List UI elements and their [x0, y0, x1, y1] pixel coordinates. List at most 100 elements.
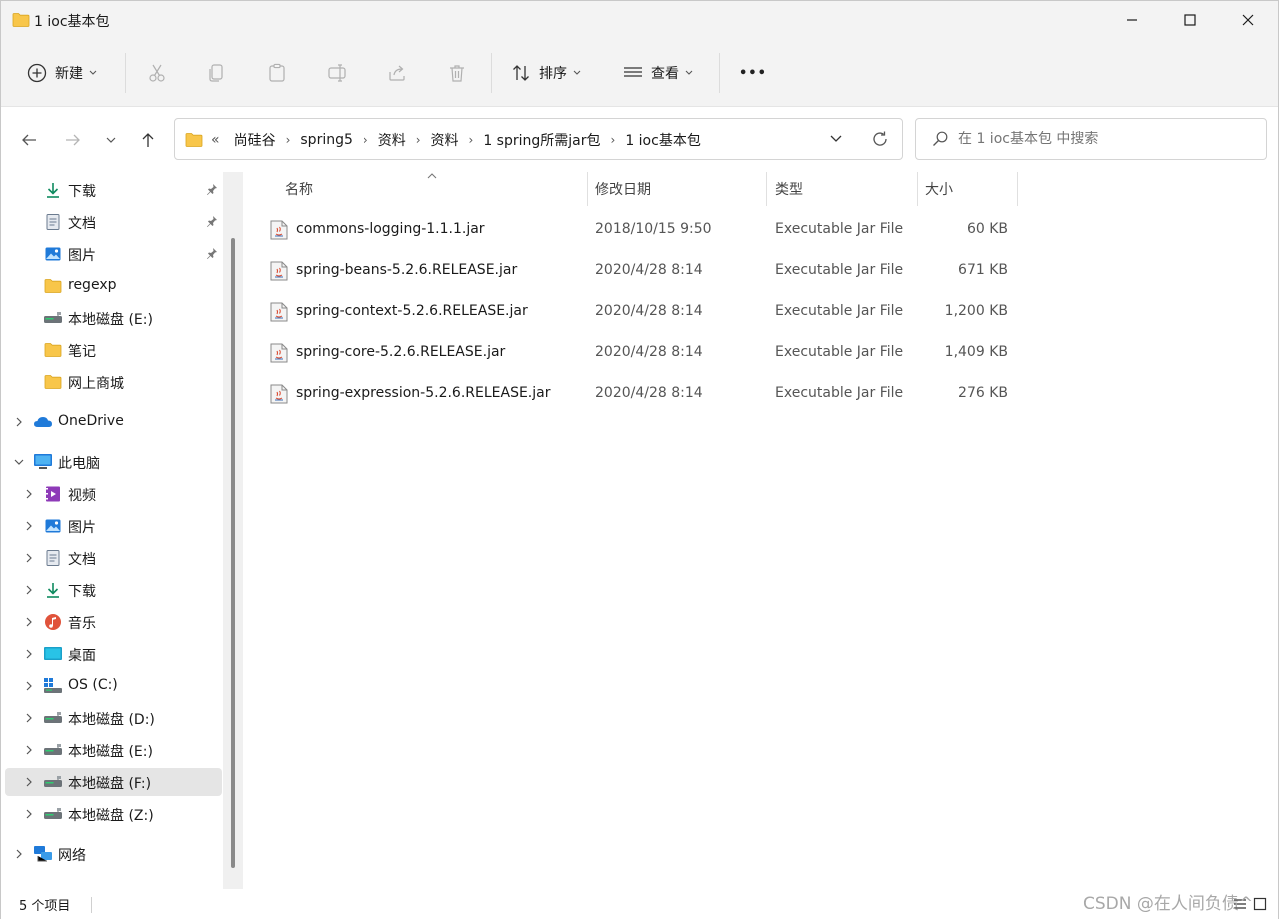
- refresh-button[interactable]: [871, 130, 889, 148]
- nav-item[interactable]: OS (C:): [5, 672, 222, 700]
- rename-button[interactable]: [327, 55, 347, 91]
- chevron-right-icon[interactable]: [23, 616, 35, 628]
- share-button[interactable]: [387, 55, 407, 91]
- nav-item[interactable]: 下载: [5, 176, 222, 204]
- column-divider[interactable]: [1017, 172, 1018, 206]
- search-input[interactable]: [958, 131, 1248, 147]
- chevron-right-icon[interactable]: [23, 776, 35, 788]
- nav-item[interactable]: 此电脑: [5, 448, 222, 476]
- cut-button[interactable]: [147, 55, 167, 91]
- videos-icon: [43, 484, 63, 504]
- column-header-type[interactable]: 类型: [775, 172, 803, 206]
- file-size: 276 KB: [958, 385, 1008, 401]
- tiles-view-button[interactable]: [1251, 895, 1269, 913]
- nav-scrollbar-thumb[interactable]: [231, 238, 235, 868]
- chevron-right-icon[interactable]: [23, 808, 35, 820]
- sort-ascending-icon: [427, 173, 437, 179]
- nav-item[interactable]: OneDrive: [5, 408, 222, 436]
- file-row[interactable]: spring-context-5.2.6.RELEASE.jar 2020/4/2…: [264, 292, 1042, 332]
- nav-item[interactable]: 图片: [5, 240, 222, 268]
- file-row[interactable]: commons-logging-1.1.1.jar 2018/10/15 9:50…: [264, 210, 1042, 250]
- chevron-right-icon[interactable]: ›: [611, 133, 616, 147]
- chevron-down-icon[interactable]: [13, 456, 25, 468]
- nav-item-label: OS (C:): [68, 677, 118, 693]
- column-divider[interactable]: [587, 172, 588, 206]
- music-icon: [43, 612, 63, 632]
- nav-item[interactable]: 本地磁盘 (E:): [5, 304, 222, 332]
- copy-button[interactable]: [207, 55, 227, 91]
- breadcrumb-item[interactable]: 资料: [431, 130, 459, 150]
- breadcrumb-item[interactable]: 1 spring所需jar包: [483, 130, 600, 150]
- nav-item[interactable]: regexp: [5, 272, 222, 300]
- column-header-name[interactable]: 名称: [285, 172, 313, 206]
- delete-button[interactable]: [447, 55, 467, 91]
- forward-button[interactable]: [57, 124, 89, 156]
- recent-locations-button[interactable]: [95, 124, 127, 156]
- column-divider[interactable]: [917, 172, 918, 206]
- up-button[interactable]: [132, 124, 164, 156]
- nav-item[interactable]: 视频: [5, 480, 222, 508]
- nav-item[interactable]: 图片: [5, 512, 222, 540]
- chevron-right-icon[interactable]: ›: [416, 133, 421, 147]
- view-button[interactable]: 查看: [623, 55, 693, 91]
- more-options-button[interactable]: •••: [739, 55, 767, 91]
- close-button[interactable]: [1219, 1, 1277, 39]
- breadcrumb-item[interactable]: 1 ioc基本包: [625, 130, 701, 150]
- chevron-right-icon[interactable]: [23, 648, 35, 660]
- column-header-date[interactable]: 修改日期: [595, 172, 651, 206]
- onedrive-icon: [33, 412, 53, 432]
- minimize-button[interactable]: [1103, 1, 1161, 39]
- nav-item-label: 笔记: [68, 344, 96, 360]
- nav-item[interactable]: 本地磁盘 (E:): [5, 736, 222, 764]
- pin-icon[interactable]: [206, 215, 218, 231]
- sort-button[interactable]: 排序: [511, 55, 581, 91]
- breadcrumb-item[interactable]: spring5: [300, 132, 353, 148]
- chevron-right-icon[interactable]: [23, 680, 35, 692]
- column-header-name-label: 名称: [285, 182, 313, 198]
- nav-scrollbar[interactable]: [223, 172, 243, 889]
- nav-item-label: 文档: [68, 552, 96, 568]
- nav-item[interactable]: 笔记: [5, 336, 222, 364]
- nav-item[interactable]: 桌面: [5, 640, 222, 668]
- chevron-right-icon[interactable]: [23, 552, 35, 564]
- chevron-right-icon[interactable]: [13, 848, 25, 860]
- nav-item[interactable]: 音乐: [5, 608, 222, 636]
- file-name: spring-context-5.2.6.RELEASE.jar: [296, 303, 528, 319]
- breadcrumb-overflow[interactable]: «: [211, 132, 220, 148]
- chevron-right-icon[interactable]: ›: [363, 133, 368, 147]
- chevron-right-icon[interactable]: ›: [469, 133, 474, 147]
- chevron-right-icon[interactable]: [23, 712, 35, 724]
- nav-item[interactable]: 网上商城: [5, 368, 222, 396]
- address-bar[interactable]: « 尚硅谷 › spring5 › 资料 › 资料 › 1 spring所需ja…: [174, 118, 903, 160]
- address-history-button[interactable]: [830, 135, 842, 143]
- nav-item[interactable]: 本地磁盘 (Z:): [5, 800, 222, 828]
- breadcrumb-item[interactable]: 资料: [378, 130, 406, 150]
- new-button[interactable]: 新建: [27, 55, 97, 91]
- column-header-size[interactable]: 大小: [925, 172, 953, 206]
- chevron-right-icon[interactable]: [23, 520, 35, 532]
- back-button[interactable]: [13, 124, 45, 156]
- column-divider[interactable]: [766, 172, 767, 206]
- file-row[interactable]: spring-core-5.2.6.RELEASE.jar 2020/4/28 8…: [264, 333, 1042, 373]
- pin-icon[interactable]: [206, 183, 218, 199]
- pin-icon[interactable]: [206, 247, 218, 263]
- nav-item[interactable]: 下载: [5, 576, 222, 604]
- new-label: 新建: [55, 66, 83, 82]
- chevron-right-icon[interactable]: [23, 488, 35, 500]
- chevron-right-icon[interactable]: [23, 584, 35, 596]
- file-row[interactable]: spring-expression-5.2.6.RELEASE.jar 2020/…: [264, 374, 1042, 414]
- chevron-right-icon[interactable]: ›: [286, 133, 291, 147]
- nav-item[interactable]: 文档: [5, 544, 222, 572]
- search-box[interactable]: [915, 118, 1267, 160]
- nav-item[interactable]: 本地磁盘 (D:): [5, 704, 222, 732]
- chevron-right-icon[interactable]: [23, 744, 35, 756]
- nav-item[interactable]: 网络: [5, 840, 222, 868]
- paste-button[interactable]: [267, 55, 287, 91]
- folder-icon: [43, 340, 63, 360]
- maximize-button[interactable]: [1161, 1, 1219, 39]
- nav-item[interactable]: 文档: [5, 208, 222, 236]
- breadcrumb-item[interactable]: 尚硅谷: [234, 130, 276, 150]
- chevron-right-icon[interactable]: [13, 416, 25, 428]
- file-row[interactable]: spring-beans-5.2.6.RELEASE.jar 2020/4/28 …: [264, 251, 1042, 291]
- nav-item[interactable]: 本地磁盘 (F:): [5, 768, 222, 796]
